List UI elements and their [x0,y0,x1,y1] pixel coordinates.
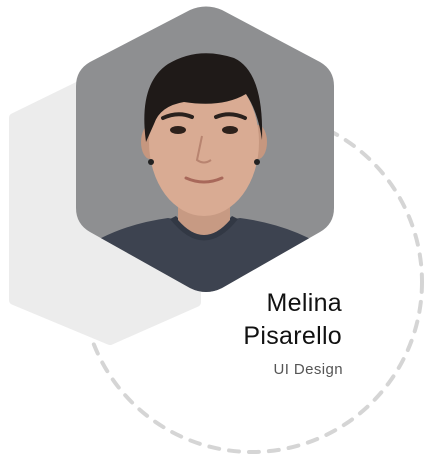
profile-card: Melina Pisarello UI Design [0,0,430,467]
profile-name: Melina Pisarello [243,287,342,353]
first-name: Melina [266,289,342,317]
last-name: Pisarello [243,322,342,350]
profile-graphics [9,6,424,454]
profile-role: UI Design [273,361,343,378]
